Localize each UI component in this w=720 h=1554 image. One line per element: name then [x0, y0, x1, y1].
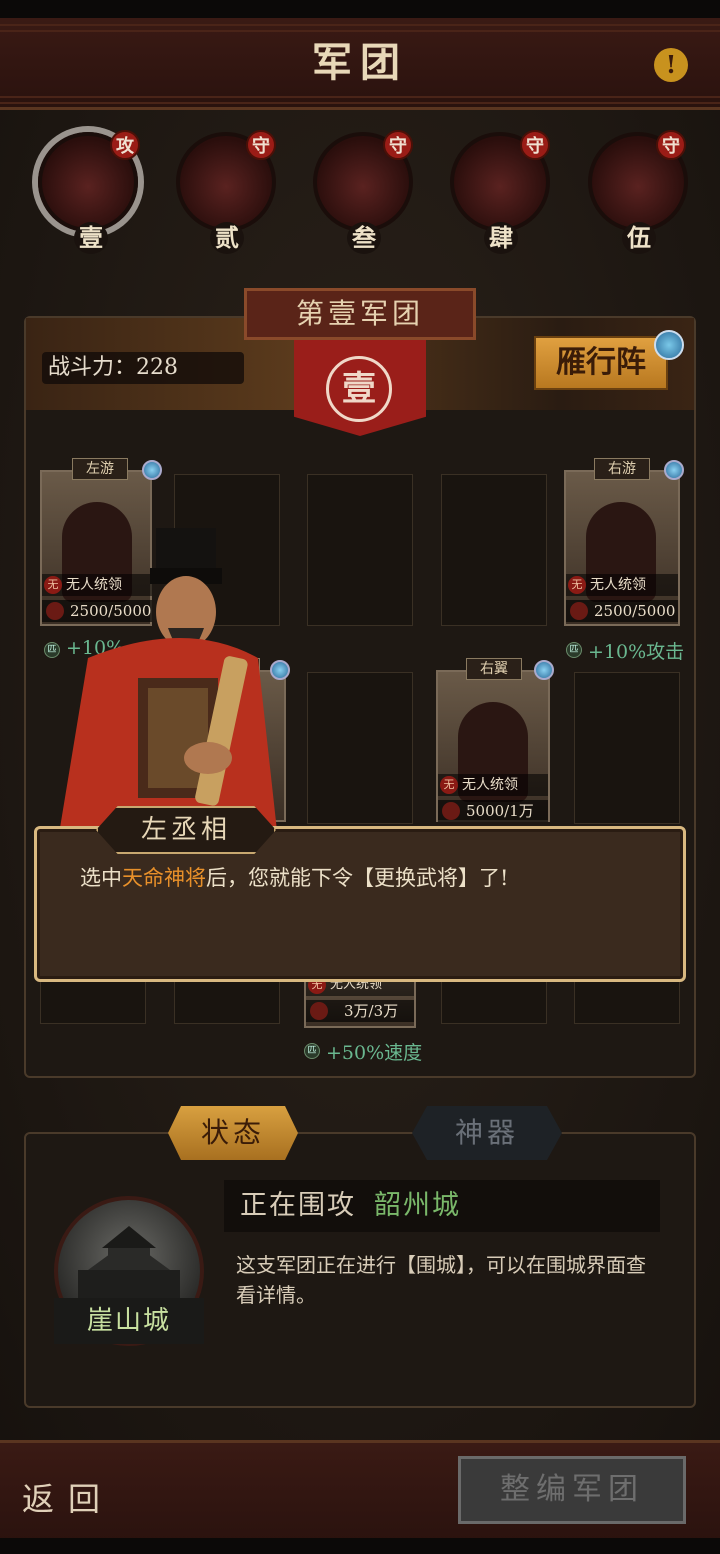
legion-role-badge-5: 守	[656, 130, 686, 160]
siege-status: 正在围攻 韶州城	[224, 1180, 660, 1232]
tab-status[interactable]: 状态	[168, 1106, 298, 1160]
troop-icon	[310, 1002, 328, 1020]
legion-role-badge-2: 守	[246, 130, 276, 160]
legion-label-5: 伍	[622, 222, 656, 254]
city-name: 崖山城	[54, 1298, 204, 1344]
nav-bar	[0, 1538, 720, 1554]
troop-icon	[570, 602, 588, 620]
tab-artifact[interactable]: 神器	[412, 1106, 562, 1160]
combat-power: 战斗力：228	[42, 352, 244, 384]
speaker-name: 左丞相	[96, 806, 276, 854]
empty-slot[interactable]	[441, 474, 547, 626]
bonus-icon: 匹	[566, 642, 582, 658]
empty-slot[interactable]	[307, 672, 413, 824]
legion-role-badge-1: 攻	[110, 130, 140, 160]
legion-seal: 壹	[326, 356, 392, 422]
legion-label-2: 贰	[210, 222, 244, 254]
back-button[interactable]: 返回	[22, 1474, 114, 1520]
legion-label-3: 叁	[347, 222, 381, 254]
status-description: 这支军团正在进行【围城】，可以在围城界面查看详情。	[236, 1253, 646, 1307]
legion-role-badge-3: 守	[383, 130, 413, 160]
swap-icon[interactable]	[664, 460, 684, 480]
dialog-text: 选中天命神将后，您就能下令【更换武将】了!	[80, 862, 508, 892]
legion-label-1: 壹	[74, 222, 108, 254]
unit-position-tag: 左游	[72, 458, 128, 480]
reorganize-button[interactable]: 整编军团	[458, 1456, 686, 1524]
dialog-text-post: 后，您就能下令【更换武将】了!	[206, 866, 509, 890]
minister-portrait	[58, 528, 278, 840]
commander-icon: 无	[440, 776, 458, 794]
empty-slot[interactable]	[574, 672, 680, 824]
unit-position-tag: 右游	[594, 458, 650, 480]
swap-icon[interactable]	[142, 460, 162, 480]
dialog-text-pre: 选中	[80, 866, 122, 890]
target-city[interactable]: 韶州城	[374, 1190, 461, 1221]
info-icon[interactable]: !	[654, 48, 688, 82]
header-pattern-bottom	[0, 96, 720, 104]
bonus-text: +50%速度	[326, 1042, 423, 1064]
dialog-highlight: 天命神将	[122, 866, 206, 890]
page-title: 军团	[312, 39, 408, 86]
formation-swap-icon[interactable]	[654, 330, 684, 360]
unit-position-tag: 右翼	[466, 658, 522, 680]
siege-label: 正在围攻	[240, 1190, 356, 1221]
legion-role-badge-4: 守	[520, 130, 550, 160]
commander-icon: 无	[568, 576, 586, 594]
legion-label-4: 肆	[484, 222, 518, 254]
bonus-icon: 匹	[304, 1043, 320, 1059]
legion-name: 第壹军团	[244, 288, 476, 340]
swap-icon[interactable]	[534, 660, 554, 680]
status-bar	[0, 0, 720, 18]
formation-button[interactable]: 雁行阵	[534, 336, 668, 390]
troop-icon	[442, 802, 460, 820]
empty-slot[interactable]	[307, 474, 413, 626]
bonus-text: +10%攻击	[588, 641, 685, 663]
